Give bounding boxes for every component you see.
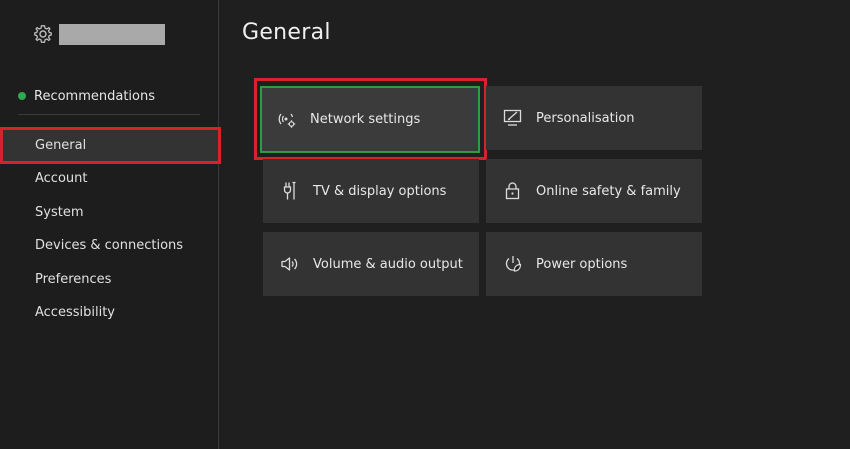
tile-online-safety-family[interactable]: Online safety & family <box>486 159 702 223</box>
profile-name-placeholder <box>59 24 165 45</box>
sidebar-item-label: Accessibility <box>35 304 115 320</box>
page-title: General <box>242 20 331 45</box>
sidebar-border <box>218 0 219 449</box>
speaker-icon <box>279 253 301 275</box>
sidebar-item-label: Devices & connections <box>35 237 184 253</box>
recommendations-label: Recommendations <box>34 88 156 104</box>
tile-personalisation[interactable]: Personalisation <box>486 86 702 150</box>
tile-label: Volume & audio output <box>313 256 463 272</box>
sidebar-item-label: Preferences <box>35 271 112 287</box>
sidebar-divider <box>18 114 200 115</box>
sidebar-item-label: Account <box>35 170 88 186</box>
sidebar-item-devices-connections[interactable]: Devices & connections <box>0 228 218 262</box>
gear-icon[interactable] <box>33 24 53 44</box>
sidebar-item-preferences[interactable]: Preferences <box>0 262 218 296</box>
personalisation-icon <box>502 107 524 129</box>
tile-tv-display-options[interactable]: TV & display options <box>263 159 479 223</box>
sidebar-item-label: System <box>35 204 84 220</box>
sidebar-item-label: General <box>35 137 87 153</box>
tile-label: Power options <box>536 256 628 272</box>
tile-network-settings[interactable]: Network settings <box>260 86 480 153</box>
sidebar: Recommendations General Account System D… <box>0 0 218 449</box>
sidebar-item-system[interactable]: System <box>0 195 218 229</box>
sidebar-item-account[interactable]: Account <box>0 161 218 195</box>
tile-volume-audio-output[interactable]: Volume & audio output <box>263 232 479 296</box>
tv-display-icon <box>279 180 301 202</box>
status-dot <box>18 92 26 100</box>
lock-icon <box>502 180 524 202</box>
sidebar-item-general[interactable]: General <box>0 128 218 162</box>
tile-label: TV & display options <box>313 183 447 199</box>
recommendations-item[interactable]: Recommendations <box>18 86 155 106</box>
tile-power-options[interactable]: Power options <box>486 232 702 296</box>
sidebar-item-accessibility[interactable]: Accessibility <box>0 295 218 329</box>
tile-label: Personalisation <box>536 110 635 126</box>
power-icon <box>502 253 524 275</box>
tile-label: Online safety & family <box>536 183 681 199</box>
tile-label: Network settings <box>310 112 421 127</box>
network-icon <box>276 109 298 131</box>
